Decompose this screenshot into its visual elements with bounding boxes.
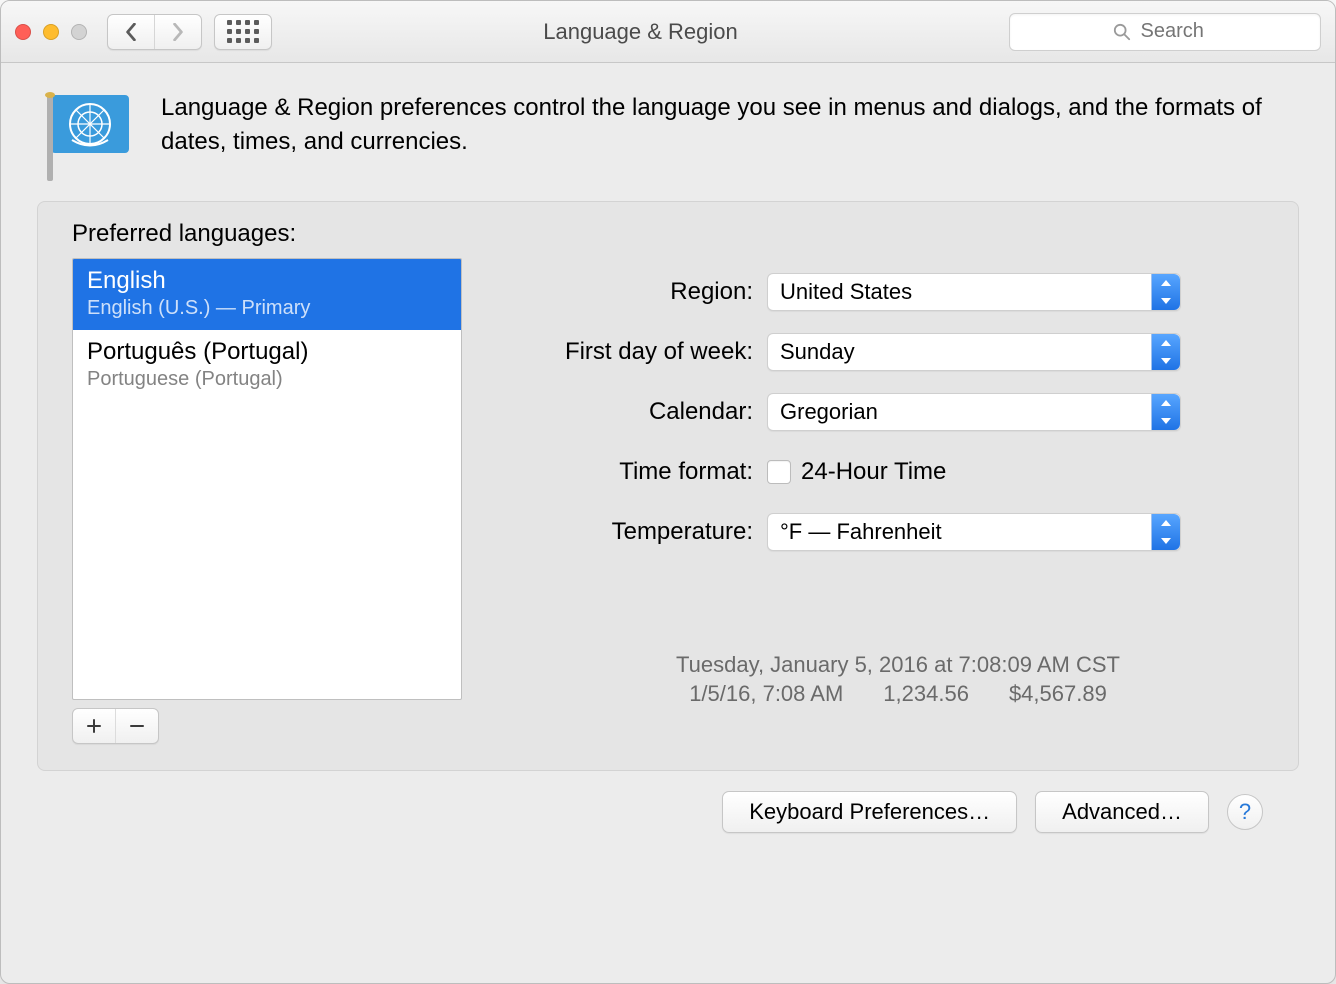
sample-long-date: Tuesday, January 5, 2016 at 7:08:09 AM C…: [532, 648, 1264, 681]
first-day-label: First day of week:: [532, 338, 767, 366]
time-format-row: Time format: 24-Hour Time: [532, 442, 1264, 502]
sample-currency: $4,567.89: [1009, 681, 1107, 707]
un-flag-icon: [37, 91, 133, 171]
advanced-button[interactable]: Advanced…: [1035, 791, 1209, 833]
preferred-languages-column: English English (U.S.) — Primary Portugu…: [72, 258, 462, 744]
close-window-button[interactable]: [15, 24, 31, 40]
region-settings-column: Region: United States First day of week:: [532, 258, 1264, 744]
language-name: Português (Portugal): [87, 338, 447, 366]
keyboard-preferences-label: Keyboard Preferences…: [749, 799, 990, 825]
search-field[interactable]: [1009, 13, 1321, 51]
region-label: Region:: [532, 278, 767, 306]
language-item-english[interactable]: English English (U.S.) — Primary: [73, 259, 461, 330]
language-sub: Portuguese (Portugal): [87, 368, 447, 391]
remove-language-button[interactable]: [116, 709, 158, 743]
chevron-right-icon: [171, 23, 185, 41]
temperature-select[interactable]: °F — Fahrenheit: [767, 513, 1181, 551]
question-mark-icon: ?: [1239, 799, 1251, 825]
time-format-checkbox[interactable]: [767, 460, 791, 484]
intro-text: Language & Region preferences control th…: [161, 91, 1299, 158]
add-remove-segment: [72, 708, 159, 744]
settings-card: Preferred languages: English English (U.…: [37, 201, 1299, 771]
back-button[interactable]: [108, 15, 155, 49]
region-value: United States: [780, 279, 912, 305]
first-day-row: First day of week: Sunday: [532, 322, 1264, 382]
region-select[interactable]: United States: [767, 273, 1181, 311]
stepper-icon: [1151, 514, 1180, 550]
calendar-select[interactable]: Gregorian: [767, 393, 1181, 431]
help-button[interactable]: ?: [1227, 794, 1263, 830]
show-all-button[interactable]: [214, 14, 272, 50]
temperature-row: Temperature: °F — Fahrenheit: [532, 502, 1264, 562]
intro-row: Language & Region preferences control th…: [37, 91, 1299, 171]
advanced-label: Advanced…: [1062, 799, 1182, 825]
plus-icon: [86, 718, 102, 734]
minus-icon: [129, 718, 145, 734]
stepper-icon: [1151, 274, 1180, 310]
temperature-value: °F — Fahrenheit: [780, 519, 942, 545]
search-icon: [1113, 23, 1131, 41]
zoom-window-button: [71, 24, 87, 40]
first-day-value: Sunday: [780, 339, 855, 365]
forward-button: [155, 15, 201, 49]
format-samples: Tuesday, January 5, 2016 at 7:08:09 AM C…: [532, 648, 1264, 707]
bottom-button-row: Keyboard Preferences… Advanced… ?: [37, 771, 1299, 833]
chevron-left-icon: [124, 23, 138, 41]
stepper-icon: [1151, 334, 1180, 370]
traffic-lights: [15, 24, 87, 40]
time-format-checkbox-label: 24-Hour Time: [801, 458, 946, 486]
add-language-button[interactable]: [73, 709, 116, 743]
keyboard-preferences-button[interactable]: Keyboard Preferences…: [722, 791, 1017, 833]
minimize-window-button[interactable]: [43, 24, 59, 40]
sample-short-date: 1/5/16, 7:08 AM: [689, 681, 843, 707]
language-item-portuguese[interactable]: Português (Portugal) Portuguese (Portuga…: [73, 330, 461, 401]
region-row: Region: United States: [532, 262, 1264, 322]
preferred-languages-label: Preferred languages:: [72, 220, 1264, 248]
temperature-label: Temperature:: [532, 518, 767, 546]
first-day-select[interactable]: Sunday: [767, 333, 1181, 371]
search-input[interactable]: [1139, 19, 1218, 44]
stepper-icon: [1151, 394, 1180, 430]
sample-number: 1,234.56: [883, 681, 969, 707]
language-name: English: [87, 267, 447, 295]
calendar-label: Calendar:: [532, 398, 767, 426]
language-sub: English (U.S.) — Primary: [87, 297, 447, 320]
calendar-value: Gregorian: [780, 399, 878, 425]
titlebar: Language & Region: [1, 1, 1335, 63]
time-format-label: Time format:: [532, 458, 767, 486]
languages-list[interactable]: English English (U.S.) — Primary Portugu…: [72, 258, 462, 700]
preferences-window: Language & Region: [0, 0, 1336, 984]
grid-icon: [227, 20, 259, 43]
body: Language & Region preferences control th…: [1, 63, 1335, 833]
window-title: Language & Region: [284, 19, 997, 45]
nav-segmented: [107, 14, 202, 50]
calendar-row: Calendar: Gregorian: [532, 382, 1264, 442]
